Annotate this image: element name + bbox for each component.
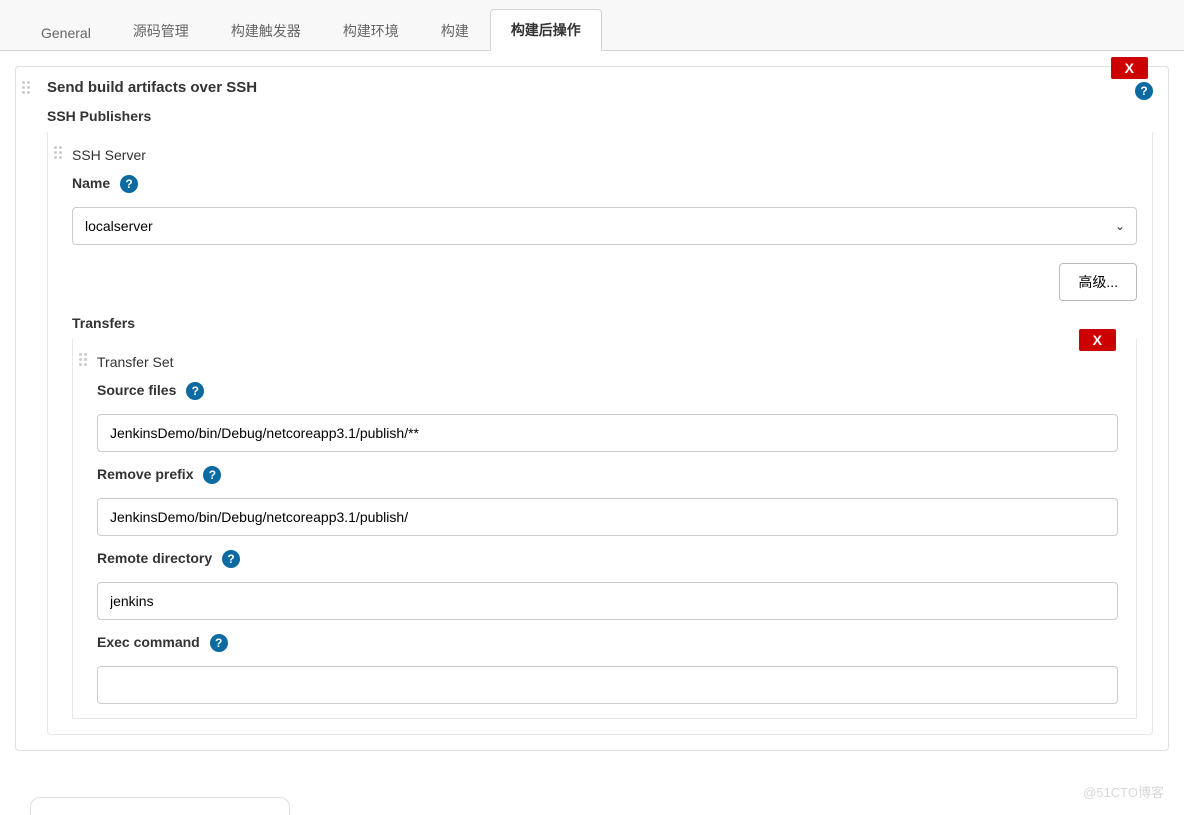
source-files-label: Source files [97,382,176,398]
watermark-text: @51CTO博客 [1083,782,1164,801]
tab-scm[interactable]: 源码管理 [112,10,210,51]
remove-prefix-input[interactable] [97,498,1118,536]
tab-triggers[interactable]: 构建触发器 [210,10,322,51]
remove-prefix-label: Remove prefix [97,466,193,482]
help-icon[interactable]: ? [210,634,228,652]
help-icon[interactable]: ? [186,382,204,400]
post-build-action-section: X ? Send build artifacts over SSH SSH Pu… [15,66,1169,751]
remote-directory-input[interactable] [97,582,1118,620]
ssh-server-title: SSH Server [72,147,1137,163]
help-icon[interactable]: ? [1135,82,1153,100]
name-label: Name [72,175,110,191]
exec-command-input[interactable] [97,666,1118,704]
advanced-button[interactable]: 高级... [1059,263,1137,301]
drag-handle-icon[interactable] [22,81,32,95]
drag-handle-icon[interactable] [79,353,89,367]
delete-transfer-button[interactable]: X [1079,329,1116,351]
transfer-set-title: Transfer Set [97,354,1118,370]
ssh-publishers-label: SSH Publishers [47,108,1153,124]
page-footer-tab [30,797,290,815]
tab-build[interactable]: 构建 [420,10,490,51]
transfer-set-section: X Transfer Set Source files ? Remove pre… [72,339,1137,719]
delete-action-button[interactable]: X [1111,57,1148,79]
transfers-label: Transfers [72,315,1137,331]
exec-command-label: Exec command [97,634,200,650]
tab-general[interactable]: General [20,14,112,51]
help-icon[interactable]: ? [120,175,138,193]
drag-handle-icon[interactable] [54,146,64,160]
help-icon[interactable]: ? [203,466,221,484]
ssh-server-name-select[interactable]: localserver [72,207,1137,245]
tab-env[interactable]: 构建环境 [322,10,420,51]
help-icon[interactable]: ? [222,550,240,568]
ssh-server-section: SSH Server Name ? localserver ⌄ 高级... Tr… [47,132,1153,735]
tab-post-build[interactable]: 构建后操作 [490,9,602,51]
config-tabs: General 源码管理 构建触发器 构建环境 构建 构建后操作 [0,0,1184,51]
source-files-input[interactable] [97,414,1118,452]
remote-directory-label: Remote directory [97,550,212,566]
section-title: Send build artifacts over SSH [47,79,1153,96]
